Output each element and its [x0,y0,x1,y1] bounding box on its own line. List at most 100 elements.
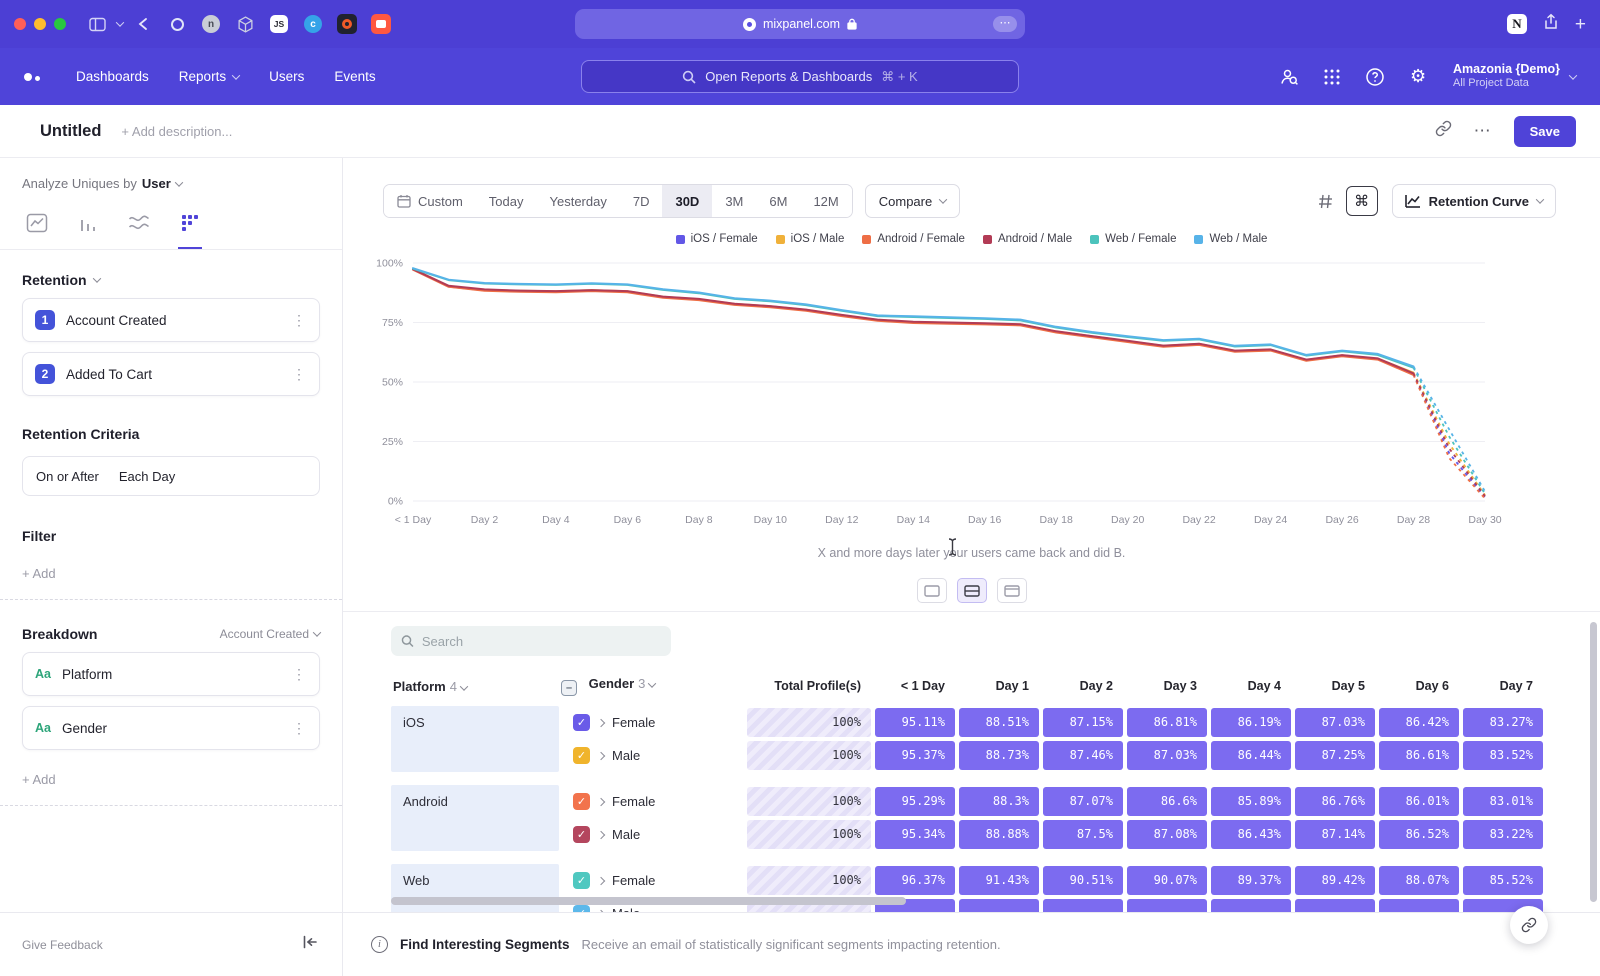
extension-cube-icon[interactable] [234,13,256,35]
close-window-button[interactable] [14,18,26,30]
minimize-window-button[interactable] [34,18,46,30]
expand-chevron-icon[interactable] [597,909,605,912]
report-title[interactable]: Untitled [40,122,101,141]
retention-step-card[interactable]: 1 Account Created ⋮ [22,298,320,342]
retention-value-cell[interactable]: 86.42% [1377,706,1461,739]
add-description[interactable]: + Add description... [121,124,232,139]
retention-value-cell[interactable]: 91.43% [957,864,1041,897]
extension-n-icon[interactable]: n [200,13,222,35]
chart-type-dropdown[interactable]: Retention Curve [1392,184,1556,218]
platform-column-header[interactable]: Platform4 [391,670,559,706]
copy-link-icon[interactable] [1435,120,1452,142]
retention-value-cell[interactable]: 87.08% [1125,818,1209,851]
breakdown-card[interactable]: Aa Platform ⋮ [22,652,320,696]
column-header[interactable]: Day 4 [1209,670,1293,706]
maximize-window-button[interactable] [54,18,66,30]
retention-value-cell[interactable]: 83.52% [1461,739,1545,772]
extension-video-icon[interactable] [370,13,392,35]
retention-value-cell[interactable]: 90.07% [1125,864,1209,897]
legend-item[interactable]: Android / Female [862,233,965,245]
range-option-6m[interactable]: 6M [756,185,800,217]
range-option-3m[interactable]: 3M [712,185,756,217]
tab-retention[interactable] [178,207,202,249]
retention-value-cell[interactable] [1293,897,1377,912]
retention-value-cell[interactable] [1125,897,1209,912]
expand-chevron-icon[interactable] [597,876,605,884]
collapse-sidebar-icon[interactable] [302,935,318,954]
retention-value-cell[interactable] [1209,897,1293,912]
retention-value-cell[interactable]: 85.89% [1209,785,1293,818]
hash-icon-button[interactable] [1310,186,1342,216]
retention-value-cell[interactable]: 88.07% [1377,864,1461,897]
select-all-checkbox[interactable]: – [561,680,577,696]
view-split-button[interactable] [957,578,987,603]
breakdown-card[interactable]: Aa Gender ⋮ [22,706,320,750]
column-header[interactable]: Day 1 [957,670,1041,706]
retention-section-heading[interactable]: Retention [22,272,320,288]
row-checkbox[interactable]: ✓ [573,714,590,731]
retention-value-cell[interactable]: 87.03% [1125,739,1209,772]
gender-cell[interactable]: ✓Female [559,706,745,739]
range-option-30d[interactable]: 30D [662,185,712,217]
step-menu-icon[interactable]: ⋮ [292,366,307,383]
column-header[interactable]: < 1 Day [873,670,957,706]
retention-value-cell[interactable]: 86.43% [1209,818,1293,851]
gender-cell[interactable]: ✓Female [559,864,745,897]
retention-value-cell[interactable]: 86.52% [1377,818,1461,851]
nav-reports[interactable]: Reports [179,69,239,84]
row-checkbox[interactable]: ✓ [573,905,590,912]
row-checkbox[interactable]: ✓ [573,872,590,889]
add-breakdown-button[interactable]: + Add [22,772,320,787]
extension-orange-ring-icon[interactable] [336,13,358,35]
add-filter-button[interactable]: + Add [22,566,320,581]
retention-value-cell[interactable]: 86.61% [1377,739,1461,772]
retention-value-cell[interactable]: 87.5% [1041,818,1125,851]
new-tab-icon[interactable]: + [1575,15,1586,34]
nav-dashboards[interactable]: Dashboards [76,69,149,84]
range-option-today[interactable]: Today [476,185,537,217]
table-horizontal-scrollbar[interactable] [391,897,906,905]
command-icon-button[interactable]: ⌘ [1346,186,1378,216]
back-button[interactable] [130,11,156,37]
criteria-each-day[interactable]: Each Day [119,469,175,484]
retention-value-cell[interactable]: 88.73% [957,739,1041,772]
retention-value-cell[interactable]: 87.14% [1293,818,1377,851]
retention-value-cell[interactable] [957,897,1041,912]
range-option-yesterday[interactable]: Yesterday [537,185,620,217]
expand-chevron-icon[interactable] [597,830,605,838]
save-button[interactable]: Save [1514,116,1576,147]
row-checkbox[interactable]: ✓ [573,826,590,843]
gender-cell[interactable]: ✓Male [559,739,745,772]
retention-value-cell[interactable]: 87.15% [1041,706,1125,739]
column-header[interactable]: Total Profile(s) [745,670,873,706]
retention-criteria-card[interactable]: On or After Each Day [22,456,320,496]
extension-js-icon[interactable]: JS [268,13,290,35]
analyze-value[interactable]: User [142,176,171,191]
retention-value-cell[interactable]: 88.51% [957,706,1041,739]
extension-ring-icon[interactable] [166,13,188,35]
retention-value-cell[interactable]: 83.27% [1461,706,1545,739]
table-search[interactable] [391,626,671,656]
column-header[interactable]: Day 3 [1125,670,1209,706]
criteria-on-or-after[interactable]: On or After [36,469,99,484]
retention-value-cell[interactable]: 86.81% [1125,706,1209,739]
notion-icon[interactable]: N [1507,14,1527,34]
retention-value-cell[interactable]: 95.34% [873,818,957,851]
address-bar-more-icon[interactable]: ⋯ [993,16,1017,32]
retention-value-cell[interactable]: 86.19% [1209,706,1293,739]
retention-value-cell[interactable]: 89.42% [1293,864,1377,897]
breakdown-label[interactable]: Platform [62,667,112,682]
step-event-label[interactable]: Added To Cart [66,367,152,382]
retention-value-cell[interactable]: 87.07% [1041,785,1125,818]
project-selector[interactable]: Amazonia {Demo} All Project Data [1449,62,1576,91]
retention-value-cell[interactable]: 95.29% [873,785,957,818]
apps-grid-icon[interactable] [1320,65,1344,89]
global-search[interactable]: Open Reports & Dashboards ⌘ + K [581,60,1019,93]
tab-insights[interactable] [24,207,50,249]
table-vertical-scrollbar[interactable] [1590,622,1597,902]
browser-sidebar-toggle-icon[interactable] [84,11,110,37]
legend-item[interactable]: Android / Male [983,233,1072,245]
find-segments-title[interactable]: Find Interesting Segments [400,937,570,952]
retention-value-cell[interactable]: 87.46% [1041,739,1125,772]
legend-item[interactable]: iOS / Male [776,233,845,245]
